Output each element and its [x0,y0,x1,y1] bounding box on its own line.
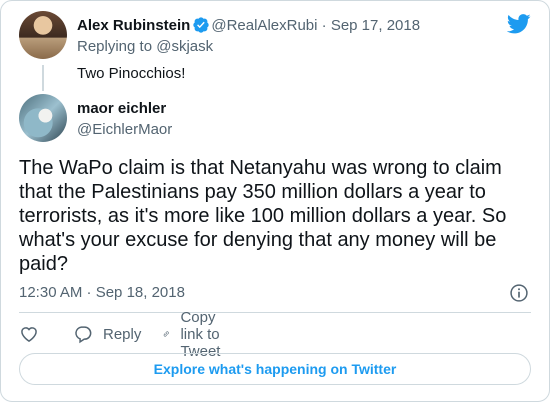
info-icon[interactable] [509,283,529,303]
author-name[interactable]: Alex Rubinstein [77,17,190,34]
avatar[interactable] [19,94,67,142]
divider [19,312,531,313]
parent-tweet[interactable]: Alex Rubinstein @RealAlexRubi · Sep 17, 2… [19,11,499,91]
author-handle[interactable]: @EichlerMaor [77,121,172,138]
tweet-timestamp[interactable]: 12:30 AM · Sep 18, 2018 [19,284,185,301]
twitter-logo-icon[interactable] [507,14,531,34]
like-button[interactable] [19,322,39,346]
copy-link-button[interactable]: Copy link to Tweet [162,309,232,360]
author-name[interactable]: maor eichler [77,100,166,117]
copy-link-label: Copy link to Tweet [180,308,221,360]
author-handle[interactable]: @RealAlexRubi [211,17,317,34]
tweet-date[interactable]: Sep 17, 2018 [331,17,420,34]
link-icon [163,331,169,337]
embedded-tweet-card: Alex Rubinstein @RealAlexRubi · Sep 17, 2… [0,0,550,402]
avatar[interactable] [19,11,67,59]
explore-twitter-button[interactable]: Explore what's happening on Twitter [19,353,531,385]
reply-button[interactable]: Reply [73,322,141,346]
main-tweet-author[interactable]: maor eichler @EichlerMaor [19,94,519,144]
verified-badge-icon [193,17,210,33]
heart-icon [21,327,37,342]
parent-tweet-header: Alex Rubinstein @RealAlexRubi · Sep 17, 2… [77,16,420,36]
replying-to[interactable]: Replying to @skjask [77,38,213,55]
separator-dot: · [321,17,327,34]
reply-label: Reply [103,325,142,343]
parent-tweet-text: Two Pinocchios! [77,65,186,82]
tweet-text: The WaPo claim is that Netanyahu was wro… [19,157,507,275]
thread-connector [42,65,44,91]
reply-icon [75,326,92,344]
